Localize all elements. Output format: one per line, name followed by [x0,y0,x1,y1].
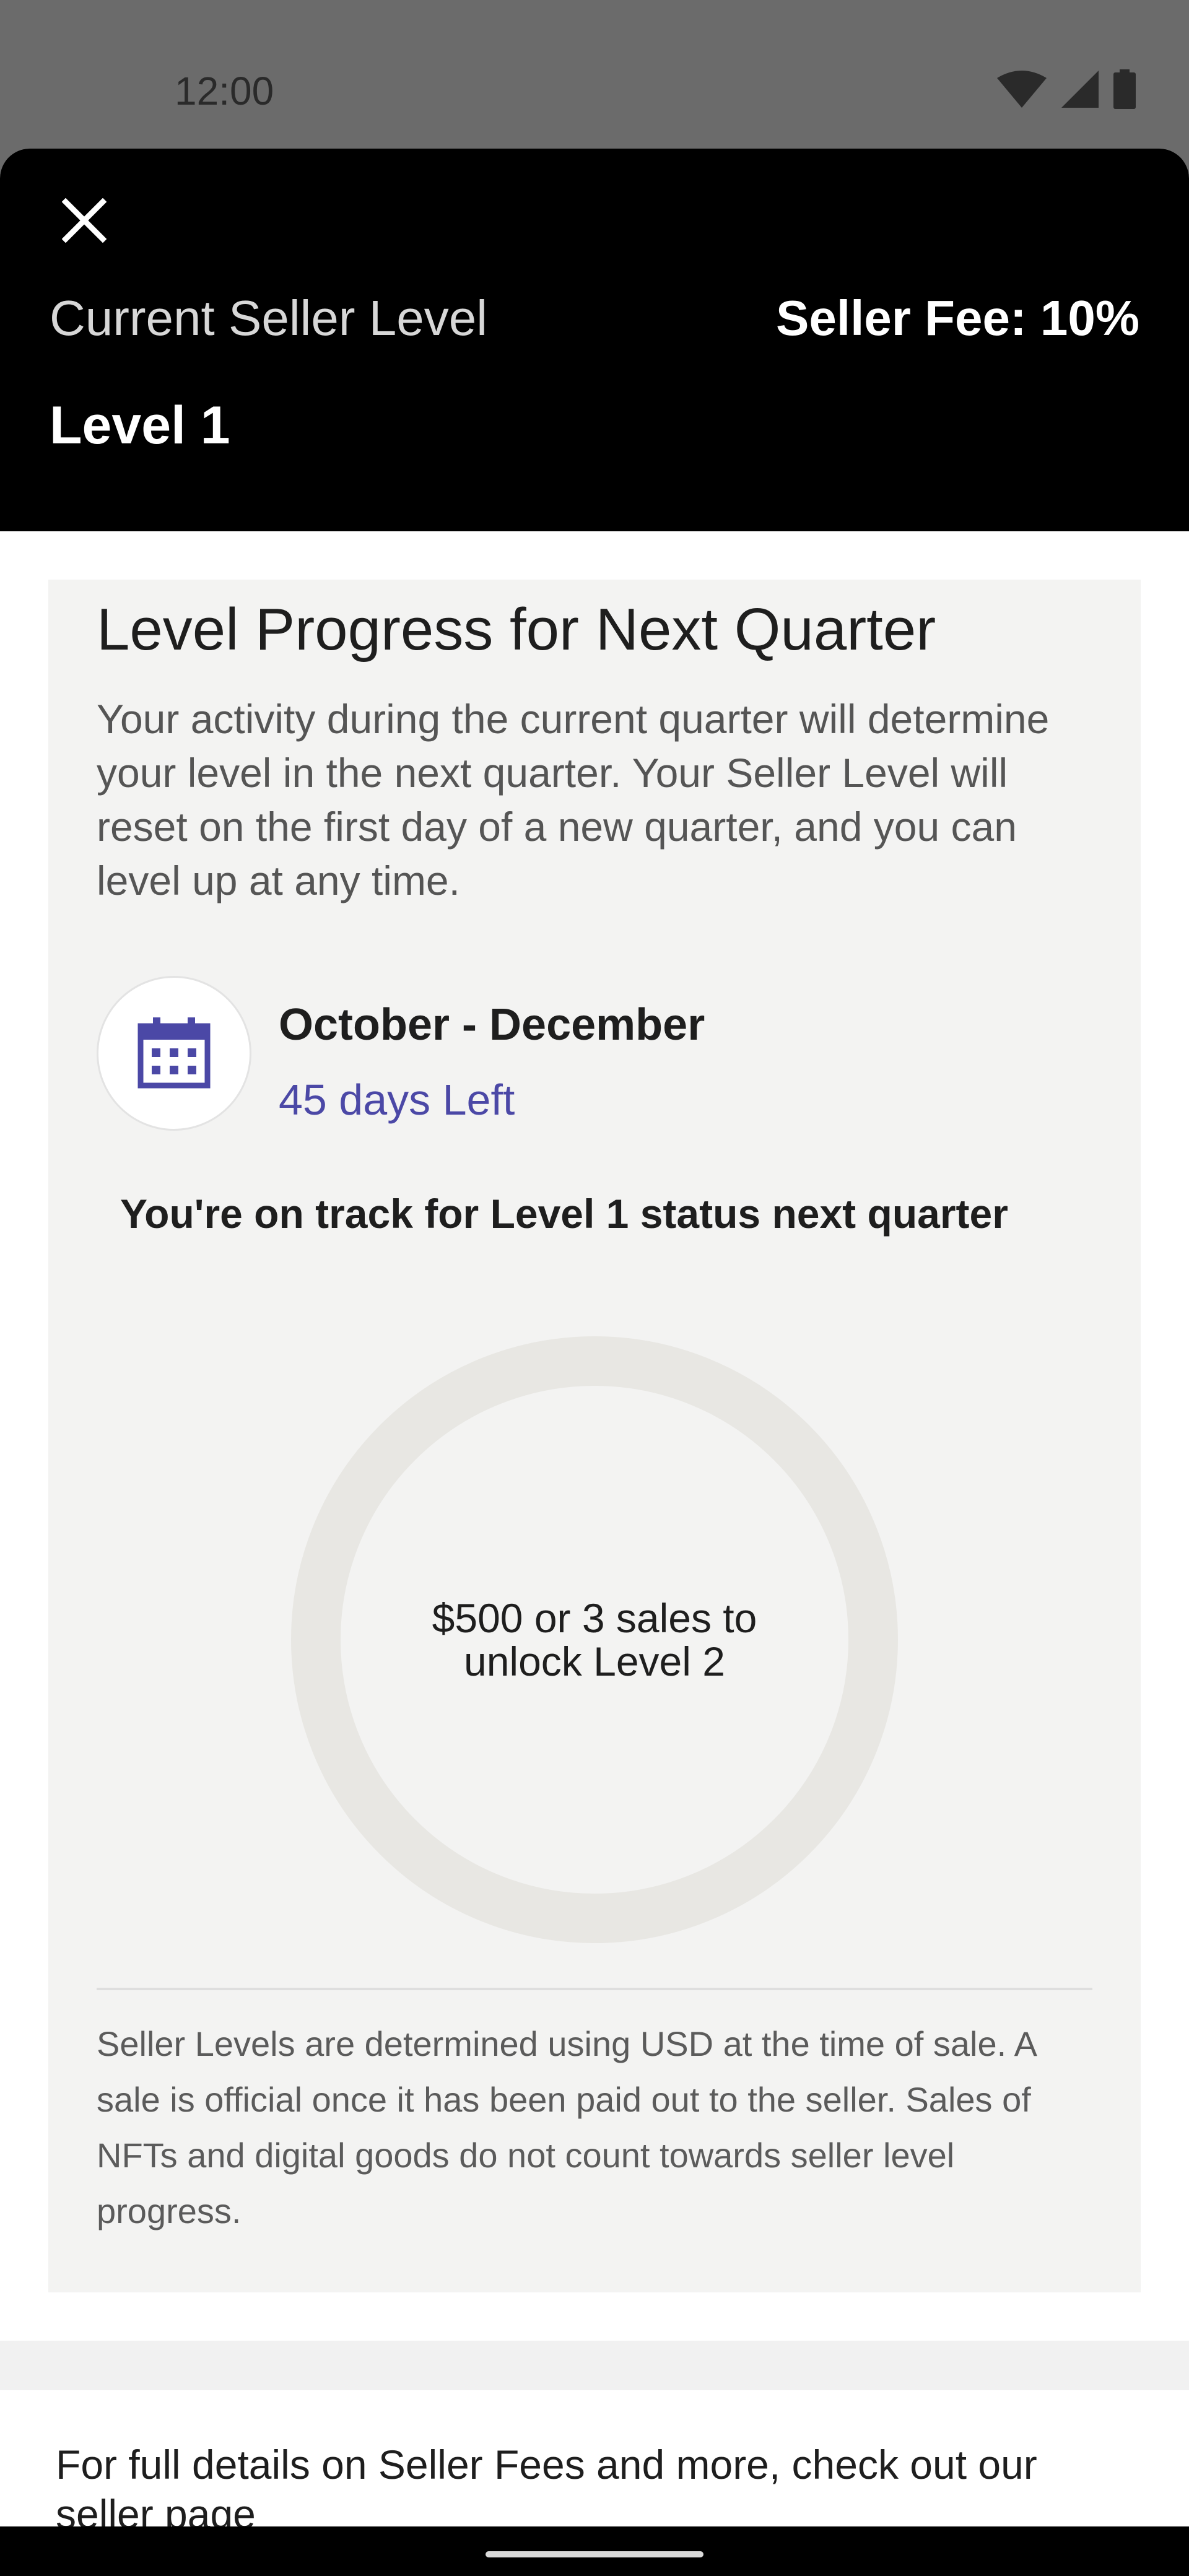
status-icons [997,69,1136,109]
current-level-label: Current Seller Level [50,290,487,346]
seller-level-footnote: Seller Levels are determined using USD a… [97,2024,1035,2230]
wifi-icon [997,71,1047,108]
seller-fee: Seller Fee: 10% [776,290,1139,346]
section-separator [0,2341,1189,2390]
card-description: Your activity during the current quarter… [97,696,1050,903]
current-level-name: Level 1 [50,396,230,455]
days-left: 45 days Left [279,1076,515,1124]
quarter-period: October - December 45 days Left [97,976,1087,1137]
level-progress-card: Level Progress for Next Quarter Your act… [48,580,1141,2292]
status-time: 12:00 [175,69,274,113]
calendar-badge [97,976,251,1131]
navigation-bar [0,2526,1189,2576]
seller-level-header: Current Seller Level Seller Fee: 10% Lev… [0,149,1189,531]
card-title: Level Progress for Next Quarter [97,596,936,663]
home-gesture-handle[interactable] [486,2551,703,2557]
track-status: You're on track for Level 1 status next … [120,1191,1008,1237]
calendar-icon [137,1017,211,1089]
screen: 12:00 Current Seller Level Seller Fee: 1… [0,0,1189,2576]
close-icon [61,198,107,243]
quarter-period-label: October - December [279,1000,705,1050]
seller-level-sheet: Current Seller Level Seller Fee: 10% Lev… [0,149,1189,2526]
progress-ring-text: $500 or 3 sales to unlock Level 2 [432,1595,757,1684]
progress-ring: $500 or 3 sales to unlock Level 2 [291,1336,898,1943]
signal-icon [1061,71,1099,108]
seller-page-link[interactable]: For full details on Seller Fees and more… [56,2440,1146,2526]
battery-icon [1113,69,1136,109]
status-bar: 12:00 [0,0,1189,149]
card-divider [97,1988,1092,1990]
close-button[interactable] [61,198,107,243]
